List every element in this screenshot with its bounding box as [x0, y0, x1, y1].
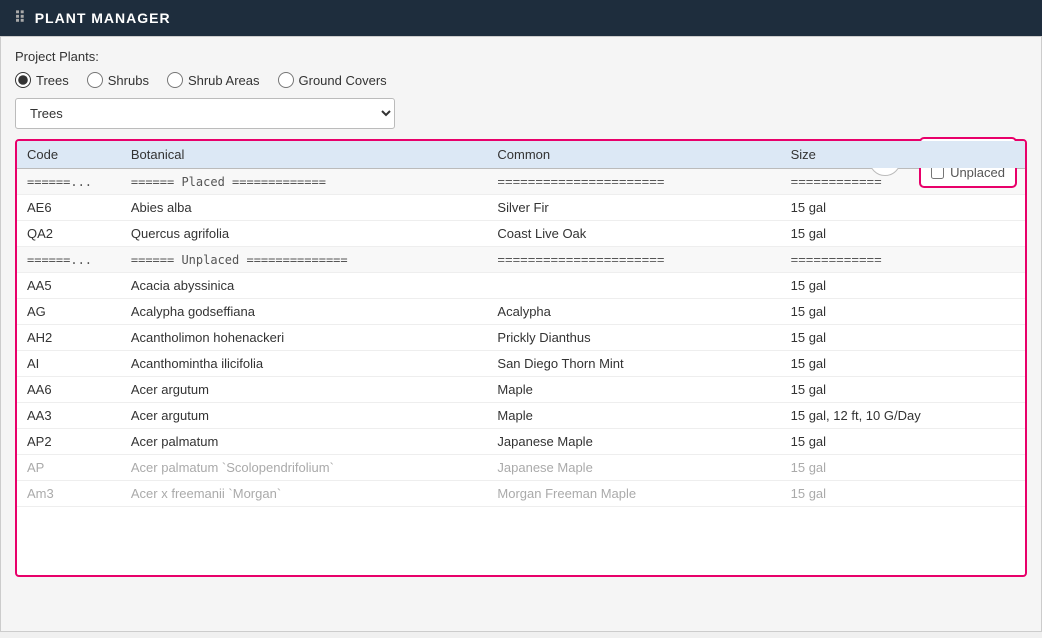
cell-botanical: Acantholimon hohenackeri [121, 325, 488, 351]
table-row[interactable]: AH2Acantholimon hohenackeriPrickly Diant… [17, 325, 1025, 351]
plant-table-container: Code Botanical Common Size ======...====… [15, 139, 1027, 577]
cell-code: AE6 [17, 195, 121, 221]
cell-common: Japanese Maple [487, 455, 780, 481]
cell-common: Morgan Freeman Maple [487, 481, 780, 507]
cell-common: Acalypha [487, 299, 780, 325]
radio-shrubs[interactable]: Shrubs [87, 72, 149, 88]
table-row[interactable]: QA2Quercus agrifoliaCoast Live Oak15 gal [17, 221, 1025, 247]
cell-botanical: Acer argutum [121, 403, 488, 429]
cell-botanical: ====== Placed ============= [121, 169, 488, 195]
drag-handle-icon: ⠿ [14, 8, 27, 28]
cell-size: 15 gal [781, 273, 1025, 299]
cell-common [487, 273, 780, 299]
cell-common: Coast Live Oak [487, 221, 780, 247]
cell-code: ======... [17, 247, 121, 273]
table-row[interactable]: AGAcalypha godseffianaAcalypha15 gal [17, 299, 1025, 325]
cell-size: 15 gal [781, 299, 1025, 325]
plant-type-dropdown[interactable]: Trees Shrubs Shrub Areas Ground Covers [15, 98, 395, 129]
cell-code: AG [17, 299, 121, 325]
cell-size: 15 gal [781, 429, 1025, 455]
cell-code: AP [17, 455, 121, 481]
cell-common: Maple [487, 403, 780, 429]
cell-size: 15 gal [781, 221, 1025, 247]
cell-code: ======... [17, 169, 121, 195]
cell-botanical: Abies alba [121, 195, 488, 221]
cell-common: Prickly Dianthus [487, 325, 780, 351]
table-row: ======...====== Unplaced ===============… [17, 247, 1025, 273]
table-row[interactable]: AIAcanthomintha ilicifoliaSan Diego Thor… [17, 351, 1025, 377]
col-header-botanical: Botanical [121, 141, 488, 169]
cell-size: 15 gal [781, 481, 1025, 507]
table-row[interactable]: AA6Acer argutumMaple15 gal [17, 377, 1025, 403]
table-row[interactable]: AP2Acer palmatumJapanese Maple15 gal [17, 429, 1025, 455]
cell-code: AP2 [17, 429, 121, 455]
table-row[interactable]: AA3Acer argutumMaple15 gal, 12 ft, 10 G/… [17, 403, 1025, 429]
cell-size: ============ [781, 247, 1025, 273]
cell-size: 15 gal [781, 195, 1025, 221]
cell-common: Japanese Maple [487, 429, 780, 455]
cell-common: ====================== [487, 247, 780, 273]
cell-code: AH2 [17, 325, 121, 351]
cell-code: QA2 [17, 221, 121, 247]
table-row[interactable]: APAcer palmatum `Scolopendrifolium`Japan… [17, 455, 1025, 481]
cell-size: 15 gal [781, 377, 1025, 403]
col-header-size: Size [781, 141, 1025, 169]
cell-size: 15 gal, 12 ft, 10 G/Day [781, 403, 1025, 429]
radio-ground-covers[interactable]: Ground Covers [278, 72, 387, 88]
cell-botanical: Acer x freemanii `Morgan` [121, 481, 488, 507]
col-header-code: Code [17, 141, 121, 169]
cell-common: Silver Fir [487, 195, 780, 221]
table-row[interactable]: AA5Acacia abyssinica 15 gal [17, 273, 1025, 299]
radio-shrub-areas[interactable]: Shrub Areas [167, 72, 260, 88]
cell-botanical: Acanthomintha ilicifolia [121, 351, 488, 377]
cell-common: Maple [487, 377, 780, 403]
cell-botanical: ====== Unplaced ============== [121, 247, 488, 273]
col-header-common: Common [487, 141, 780, 169]
cell-botanical: Quercus agrifolia [121, 221, 488, 247]
cell-botanical: Acalypha godseffiana [121, 299, 488, 325]
plant-table: Code Botanical Common Size ======...====… [17, 141, 1025, 507]
dropdown-row: Trees Shrubs Shrub Areas Ground Covers [15, 98, 1027, 129]
radio-trees[interactable]: Trees [15, 72, 69, 88]
cell-code: AA5 [17, 273, 121, 299]
cell-common: San Diego Thorn Mint [487, 351, 780, 377]
table-row[interactable]: AE6Abies albaSilver Fir15 gal [17, 195, 1025, 221]
project-label: Project Plants: [15, 49, 1027, 64]
cell-size: 15 gal [781, 325, 1025, 351]
main-panel: Project Plants: Trees Shrubs Shrub Areas… [0, 36, 1042, 632]
cell-botanical: Acacia abyssinica [121, 273, 488, 299]
cell-botanical: Acer palmatum `Scolopendrifolium` [121, 455, 488, 481]
cell-code: AA3 [17, 403, 121, 429]
cell-common: ====================== [487, 169, 780, 195]
cell-code: AA6 [17, 377, 121, 403]
app-title: PLANT MANAGER [35, 10, 171, 26]
title-bar: ⠿ PLANT MANAGER [0, 0, 1042, 36]
cell-botanical: Acer palmatum [121, 429, 488, 455]
cell-botanical: Acer argutum [121, 377, 488, 403]
cell-size: 15 gal [781, 455, 1025, 481]
cell-code: Am3 [17, 481, 121, 507]
table-row: ======...====== Placed =================… [17, 169, 1025, 195]
cell-size: 15 gal [781, 351, 1025, 377]
cell-code: AI [17, 351, 121, 377]
table-row[interactable]: Am3Acer x freemanii `Morgan`Morgan Freem… [17, 481, 1025, 507]
radio-group: Trees Shrubs Shrub Areas Ground Covers [15, 72, 1027, 88]
